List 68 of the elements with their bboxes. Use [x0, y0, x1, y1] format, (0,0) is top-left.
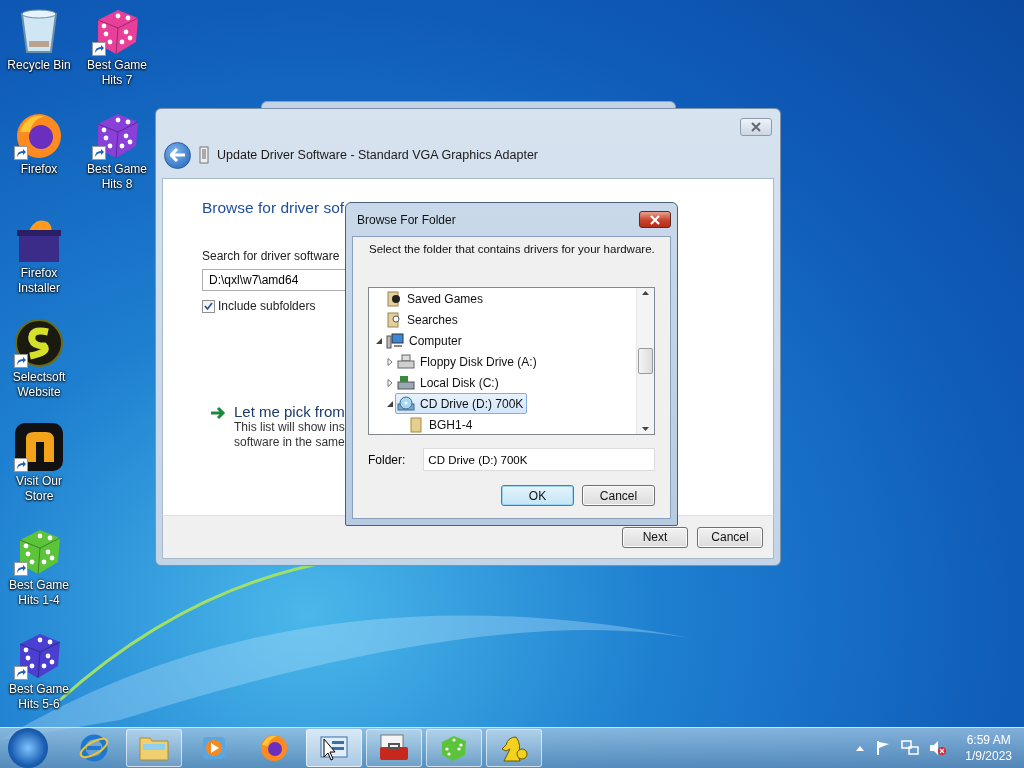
window-with-pointer-icon: [318, 733, 350, 763]
close-icon: [750, 122, 762, 132]
hard-disk-icon: [397, 374, 415, 391]
desktop-icon-label[interactable]: Recycle Bin: [1, 58, 77, 73]
page-heading: Browse for driver sof: [202, 199, 345, 217]
description-text: This list will show ins: [234, 420, 345, 435]
folder-label: Folder:: [368, 452, 406, 467]
folder-field[interactable]: CD Drive (D:) 700K: [423, 448, 655, 471]
taskbar-button[interactable]: [366, 729, 422, 767]
play-icon: [200, 734, 228, 762]
floppy-drive-icon: [397, 353, 415, 370]
desktop-icon-label[interactable]: Best Game Hits 7: [79, 58, 155, 88]
close-button[interactable]: [639, 211, 671, 228]
desktop-icon-label[interactable]: Best Game Hits 1-4: [1, 578, 77, 608]
tree-item[interactable]: Saved Games: [384, 288, 488, 309]
desktop-icon-label[interactable]: Best Game Hits 5-6: [1, 682, 77, 712]
tree-item[interactable]: Searches: [384, 309, 462, 330]
dice-icon: [439, 733, 469, 763]
window-title: Update Driver Software - Standard VGA Graphics Adapter: [217, 148, 538, 162]
tree-item[interactable]: Computer: [384, 330, 466, 351]
network-icon[interactable]: [901, 740, 920, 756]
back-button[interactable]: [164, 141, 191, 169]
computer-icon: [386, 332, 404, 349]
scroll-thumb[interactable]: [638, 348, 653, 374]
dialog-prompt: Select the folder that contains drivers for your hardware.: [369, 243, 655, 255]
scroll-up-icon[interactable]: [641, 288, 650, 298]
close-button[interactable]: [740, 118, 772, 136]
show-hidden-icons-icon[interactable]: [855, 744, 866, 752]
checkbox-label: Include subfolders: [218, 299, 316, 313]
taskbar-button[interactable]: [486, 729, 542, 767]
checkbox[interactable]: [202, 299, 215, 313]
desktop-icon-label[interactable]: Firefox Installer: [1, 266, 77, 296]
graphics-card-icon: [199, 146, 209, 164]
close-icon: [649, 214, 661, 225]
dialog-title: Browse For Folder: [357, 212, 456, 227]
start-button[interactable]: [8, 728, 48, 768]
arch-logo-icon: [14, 422, 64, 472]
desktop-icon-label[interactable]: Selectsoft Website: [1, 370, 77, 400]
scrollbar[interactable]: [636, 288, 654, 434]
expand-arrow-icon[interactable]: [385, 377, 395, 388]
dialog-button[interactable]: Cancel: [582, 485, 655, 506]
e-globe-icon: [79, 733, 109, 763]
tree-item[interactable]: Floppy Disk Drive (A:): [395, 351, 541, 372]
back-arrow-icon: [169, 148, 186, 162]
tree-item[interactable]: BGH1-4: [406, 414, 477, 434]
folder-icon: [408, 416, 424, 433]
wizard-button[interactable]: Next: [622, 526, 688, 548]
expand-arrow-icon[interactable]: [385, 356, 395, 367]
arrow-icon: [210, 406, 226, 420]
description-text: software in the same: [234, 435, 345, 450]
toolbox-icon: [377, 733, 411, 763]
cd-drive-icon: [397, 395, 415, 412]
dialog-button[interactable]: OK: [501, 485, 574, 506]
desktop-icon-label[interactable]: Firefox: [1, 162, 77, 177]
pick-link[interactable]: Let me pick from: [234, 403, 345, 420]
taskbar-button[interactable]: [306, 729, 362, 767]
swirl-logo-icon: [14, 318, 64, 368]
magnifier-folder-icon: [386, 311, 402, 328]
fox-globe-icon: [259, 733, 289, 763]
scroll-down-icon[interactable]: [641, 424, 650, 434]
wizard-button[interactable]: Cancel: [697, 526, 763, 548]
search-label: Search for driver software: [202, 249, 340, 263]
desktop-icon-label[interactable]: Visit Our Store: [1, 474, 77, 504]
tree-item[interactable]: CD Drive (D:) 700K: [395, 393, 528, 414]
muted-speaker-icon[interactable]: [929, 740, 948, 756]
folder-icon: [138, 734, 170, 762]
tree-item[interactable]: Local Disk (C:): [395, 372, 503, 393]
desktop-icon-label[interactable]: Best Game Hits 8: [79, 162, 155, 192]
